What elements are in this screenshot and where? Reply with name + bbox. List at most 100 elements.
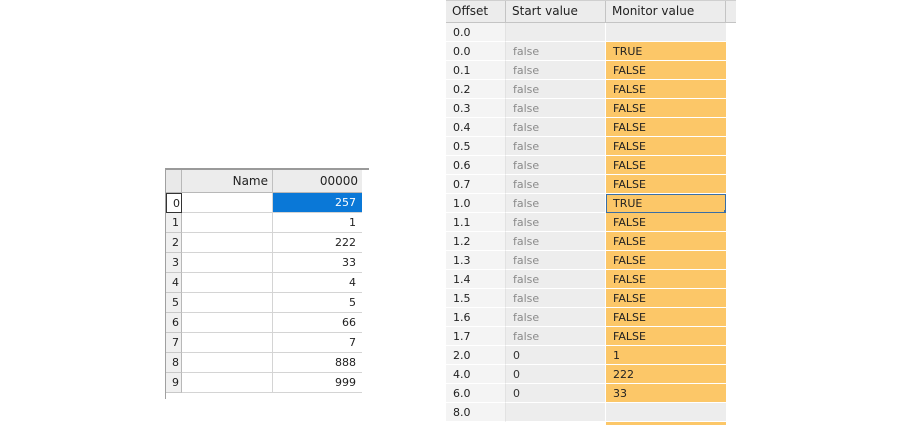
- offset-cell[interactable]: 0.5: [446, 137, 506, 156]
- offset-cell[interactable]: 1.0: [446, 194, 506, 213]
- monitor-value-cell[interactable]: TRUE: [606, 42, 726, 61]
- monitor-value-cell[interactable]: [606, 403, 726, 422]
- value-cell[interactable]: 222: [273, 233, 362, 253]
- name-cell[interactable]: [182, 253, 273, 273]
- monitor-value-cell[interactable]: FALSE: [606, 99, 726, 118]
- monitor-value-cell[interactable]: [606, 23, 726, 42]
- monitor-value-cell[interactable]: FALSE: [606, 175, 726, 194]
- monitor-value-cell[interactable]: 1: [606, 346, 726, 365]
- start-value-cell[interactable]: [506, 23, 606, 42]
- offset-cell[interactable]: 1.5: [446, 289, 506, 308]
- row-index[interactable]: 2: [166, 233, 182, 253]
- row-index[interactable]: 8: [166, 353, 182, 373]
- offset-cell[interactable]: 0.3: [446, 99, 506, 118]
- name-cell[interactable]: [182, 293, 273, 313]
- row-index[interactable]: 6: [166, 313, 182, 333]
- row-index[interactable]: 1: [166, 213, 182, 233]
- monitor-value-cell[interactable]: FALSE: [606, 137, 726, 156]
- start-value-cell[interactable]: false: [506, 270, 606, 289]
- monitor-value-cell[interactable]: FALSE: [606, 232, 726, 251]
- offset-cell[interactable]: 4.0: [446, 365, 506, 384]
- monitor-value-cell[interactable]: 222: [606, 365, 726, 384]
- row-index[interactable]: 9: [166, 373, 182, 393]
- offset-cell[interactable]: 6.0: [446, 384, 506, 403]
- value-cell[interactable]: 4: [273, 273, 362, 293]
- monitor-value-cell[interactable]: FALSE: [606, 308, 726, 327]
- offset-cell[interactable]: 2.0: [446, 346, 506, 365]
- start-value-cell[interactable]: 0: [506, 384, 606, 403]
- start-value-cell[interactable]: false: [506, 194, 606, 213]
- column-header-value[interactable]: 00000: [273, 170, 362, 193]
- offset-cell[interactable]: 0.2: [446, 80, 506, 99]
- start-value-cell[interactable]: [506, 403, 606, 422]
- monitor-value-cell[interactable]: TRUE: [606, 194, 726, 213]
- start-value-cell[interactable]: false: [506, 308, 606, 327]
- start-value-cell[interactable]: false: [506, 289, 606, 308]
- value-cell[interactable]: 1: [273, 213, 362, 233]
- value-cell[interactable]: 5: [273, 293, 362, 313]
- name-cell[interactable]: [182, 273, 273, 293]
- column-header-extra[interactable]: [726, 1, 736, 22]
- offset-cell[interactable]: 1.1: [446, 213, 506, 232]
- start-value-cell[interactable]: false: [506, 99, 606, 118]
- start-value-cell[interactable]: false: [506, 156, 606, 175]
- row-index[interactable]: 7: [166, 333, 182, 353]
- cell-focus-handle[interactable]: [724, 210, 726, 212]
- monitor-value-cell[interactable]: 33: [606, 384, 726, 403]
- start-value-cell[interactable]: 0: [506, 365, 606, 384]
- value-cell[interactable]: 7: [273, 333, 362, 353]
- start-value-cell[interactable]: false: [506, 118, 606, 137]
- monitor-value-cell[interactable]: FALSE: [606, 270, 726, 289]
- start-value-cell[interactable]: false: [506, 251, 606, 270]
- start-value-cell[interactable]: false: [506, 327, 606, 346]
- column-header-name[interactable]: Name: [182, 170, 273, 193]
- offset-cell[interactable]: 1.7: [446, 327, 506, 346]
- row-index[interactable]: 0: [166, 193, 182, 213]
- start-value-cell[interactable]: 0: [506, 346, 606, 365]
- value-cell[interactable]: 257: [273, 193, 362, 213]
- row-index[interactable]: 5: [166, 293, 182, 313]
- name-cell[interactable]: [182, 193, 273, 213]
- monitor-value-cell[interactable]: FALSE: [606, 251, 726, 270]
- start-value-cell[interactable]: false: [506, 61, 606, 80]
- start-value-cell[interactable]: false: [506, 137, 606, 156]
- start-value-cell[interactable]: false: [506, 80, 606, 99]
- offset-cell[interactable]: 1.4: [446, 270, 506, 289]
- row-index[interactable]: 3: [166, 253, 182, 273]
- start-value-cell[interactable]: false: [506, 232, 606, 251]
- offset-cell[interactable]: 0.0: [446, 23, 506, 42]
- value-cell[interactable]: 33: [273, 253, 362, 273]
- offset-cell[interactable]: 0.4: [446, 118, 506, 137]
- name-cell[interactable]: [182, 213, 273, 233]
- monitor-value-cell[interactable]: FALSE: [606, 289, 726, 308]
- offset-cell[interactable]: 0.0: [446, 42, 506, 61]
- monitor-value-cell[interactable]: FALSE: [606, 156, 726, 175]
- start-value-cell[interactable]: false: [506, 42, 606, 61]
- name-cell[interactable]: [182, 313, 273, 333]
- name-cell[interactable]: [182, 233, 273, 253]
- value-cell[interactable]: 66: [273, 313, 362, 333]
- start-value-cell[interactable]: false: [506, 175, 606, 194]
- row-index[interactable]: 4: [166, 273, 182, 293]
- offset-cell[interactable]: 1.6: [446, 308, 506, 327]
- name-cell[interactable]: [182, 353, 273, 373]
- offset-cell[interactable]: 1.3: [446, 251, 506, 270]
- offset-cell[interactable]: 0.6: [446, 156, 506, 175]
- offset-cell[interactable]: 0.7: [446, 175, 506, 194]
- monitor-value-cell[interactable]: FALSE: [606, 327, 726, 346]
- offset-cell[interactable]: 1.2: [446, 232, 506, 251]
- monitor-value-cell[interactable]: FALSE: [606, 213, 726, 232]
- monitor-value-cell[interactable]: FALSE: [606, 80, 726, 99]
- offset-cell[interactable]: 8.0: [446, 403, 506, 422]
- monitor-value-cell[interactable]: FALSE: [606, 118, 726, 137]
- name-cell[interactable]: [182, 373, 273, 393]
- column-header-monitor-value[interactable]: Monitor value: [606, 1, 726, 22]
- value-cell[interactable]: 999: [273, 373, 362, 393]
- column-header-offset[interactable]: Offset: [446, 1, 506, 22]
- start-value-cell[interactable]: false: [506, 213, 606, 232]
- name-cell[interactable]: [182, 333, 273, 353]
- grid-corner[interactable]: [166, 170, 182, 193]
- value-cell[interactable]: 888: [273, 353, 362, 373]
- offset-cell[interactable]: 0.1: [446, 61, 506, 80]
- monitor-value-cell[interactable]: FALSE: [606, 61, 726, 80]
